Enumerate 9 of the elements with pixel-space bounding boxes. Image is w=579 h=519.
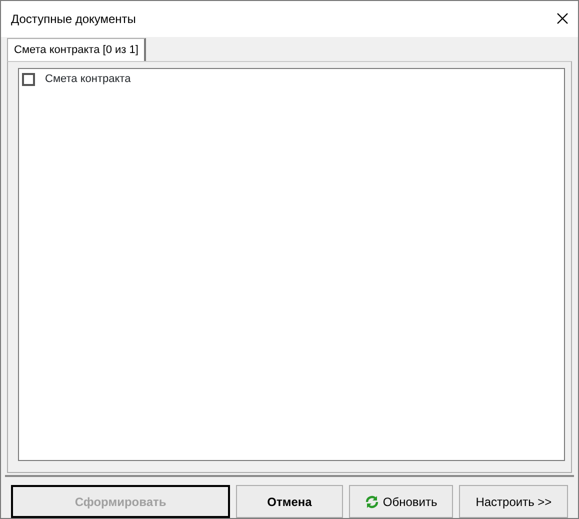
checkbox[interactable] <box>22 72 35 86</box>
refresh-icon <box>364 494 379 508</box>
settings-button[interactable]: Настроить >> <box>459 485 568 518</box>
refresh-button[interactable]: Обновить <box>348 485 454 518</box>
cancel-button[interactable]: Отмена <box>236 485 343 518</box>
close-icon[interactable] <box>557 13 568 24</box>
tab[interactable]: Смета контракта [0 из 1] <box>7 38 146 61</box>
item-label[interactable]: Смета контракта <box>45 71 131 88</box>
window-title: Доступные документы <box>11 10 136 28</box>
